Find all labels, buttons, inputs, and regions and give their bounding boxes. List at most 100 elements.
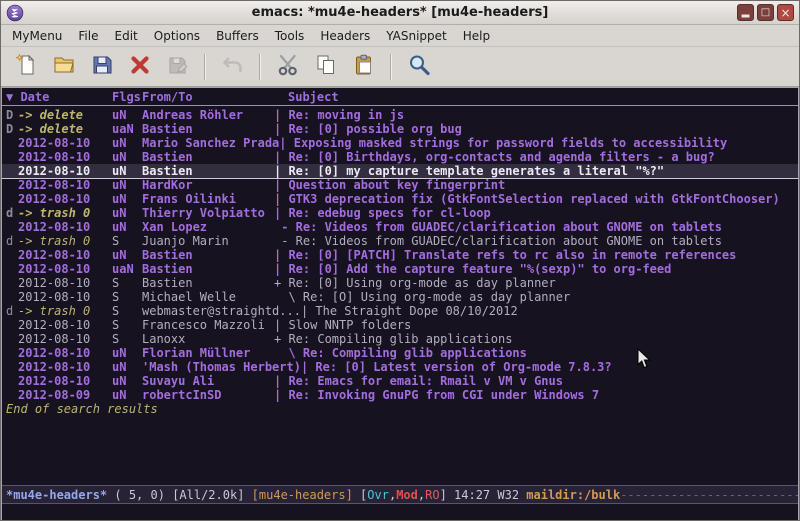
- message-row[interactable]: 2012-08-10uNHardKor| Question about key …: [2, 178, 798, 192]
- message-row[interactable]: 2012-08-09uNrobertcInSD| Re: Invoking Gn…: [2, 388, 798, 402]
- message-subject: | Re: edebug specs for cl-loop: [274, 206, 798, 220]
- message-from: Juanjo Marin: [142, 234, 274, 248]
- message-row[interactable]: 2012-08-10uNXan Lopez - Re: Videos from …: [2, 220, 798, 234]
- message-subject: | Re: moving in js: [274, 108, 798, 122]
- message-row[interactable]: 2012-08-10SLanoxx+ Re: Compiling glib ap…: [2, 332, 798, 346]
- message-flags: S: [112, 332, 142, 346]
- mode-line-segment: ,: [418, 488, 425, 502]
- menu-item-help[interactable]: Help: [455, 27, 498, 45]
- message-prefix: [6, 290, 18, 304]
- message-prefix: [6, 332, 18, 346]
- message-from: robertcInSD: [142, 388, 274, 402]
- message-from: Lanoxx: [142, 332, 274, 346]
- emacs-window: emacs: *mu4e-headers* [mu4e-headers] ▂ □…: [0, 0, 800, 521]
- mode-line-segment: ]: [440, 488, 454, 502]
- message-row[interactable]: d-> trash 0SJuanjo Marin - Re: Videos fr…: [2, 234, 798, 248]
- message-prefix: d: [6, 206, 18, 220]
- mode-line-segment: maildir:/bulk: [526, 488, 620, 502]
- message-date: 2012-08-10: [18, 262, 112, 276]
- message-row[interactable]: 2012-08-10SFrancesco Mazzoli| Slow NNTP …: [2, 318, 798, 332]
- message-row[interactable]: D-> deleteuaNBastien| Re: [0] possible o…: [2, 122, 798, 136]
- mode-line-segment: [mu4e-headers]: [252, 488, 360, 502]
- message-row[interactable]: 2012-08-10uN'Mash (Thomas Herbert)| Re: …: [2, 360, 798, 374]
- message-subject: \ Re: [O] Using org-mode as day planner: [274, 290, 798, 304]
- toolbar-button-paste[interactable]: [347, 50, 380, 83]
- menu-item-edit[interactable]: Edit: [107, 27, 146, 45]
- message-subject: | Re: [0] possible org bug: [274, 122, 798, 136]
- toolbar-separator: [259, 54, 261, 80]
- message-subject: | The Straight Dope 08/10/2012: [301, 304, 798, 318]
- toolbar-button-new-file[interactable]: [9, 50, 42, 83]
- message-subject: | Re: Emacs for email: Rmail v VM v Gnus: [274, 374, 798, 388]
- message-row[interactable]: d-> trash 0Swebmaster@straightd...| The …: [2, 304, 798, 318]
- message-prefix: [6, 374, 18, 388]
- mode-line-segment: RO: [425, 488, 439, 502]
- menu-item-buffers[interactable]: Buffers: [208, 27, 267, 45]
- message-date: -> delete: [18, 122, 112, 136]
- menu-item-tools[interactable]: Tools: [267, 27, 313, 45]
- mode-line-segment: 14:27 W32: [454, 488, 526, 502]
- column-date[interactable]: ▼ Date: [6, 90, 112, 104]
- message-date: 2012-08-10: [18, 150, 112, 164]
- copy-icon: [314, 53, 338, 81]
- message-prefix: [6, 360, 18, 374]
- menu-item-headers[interactable]: Headers: [312, 27, 378, 45]
- message-row[interactable]: 2012-08-10uNBastien| Re: [0] Birthdays, …: [2, 150, 798, 164]
- toolbar-button-open-folder[interactable]: [47, 50, 80, 83]
- toolbar-button-cut[interactable]: [271, 50, 304, 83]
- echo-area[interactable]: [2, 504, 798, 520]
- message-row[interactable]: 2012-08-10uNSuvayu Ali| Re: Emacs for em…: [2, 374, 798, 388]
- mode-line-segment: ,: [389, 488, 396, 502]
- message-row[interactable]: 2012-08-10uaNBastien| Re: [0] Add the ca…: [2, 262, 798, 276]
- menu-item-yasnippet[interactable]: YASnippet: [378, 27, 455, 45]
- message-prefix: D: [6, 122, 18, 136]
- mode-line[interactable]: *mu4e-headers* ( 5, 0) [All/2.0k] [mu4e-…: [2, 485, 798, 504]
- message-prefix: [6, 248, 18, 262]
- message-row[interactable]: 2012-08-10SBastien+ Re: [0] Using org-mo…: [2, 276, 798, 290]
- menu-item-options[interactable]: Options: [146, 27, 208, 45]
- close-x-icon: [128, 53, 152, 81]
- menu-item-file[interactable]: File: [70, 27, 106, 45]
- column-from[interactable]: From/To: [142, 90, 274, 104]
- toolbar-button-kill-buffer[interactable]: [123, 50, 156, 83]
- message-row[interactable]: D-> deleteuNAndreas Röhler| Re: moving i…: [2, 108, 798, 122]
- message-row[interactable]: 2012-08-10uNFlorian Müllner \ Re: Compil…: [2, 346, 798, 360]
- column-flags[interactable]: Flgs: [112, 90, 142, 104]
- mode-line-segment: *mu4e-headers*: [6, 488, 107, 502]
- message-row[interactable]: 2012-08-10uNBastien| Re: [0] [PATCH] Tra…: [2, 248, 798, 262]
- message-date: 2012-08-10: [18, 332, 112, 346]
- message-prefix: d: [6, 304, 18, 318]
- message-from: Bastien: [142, 262, 274, 276]
- titlebar[interactable]: emacs: *mu4e-headers* [mu4e-headers] ▂ □…: [1, 1, 799, 25]
- message-subject: | GTK3 deprecation fix (GtkFontSelection…: [274, 192, 798, 206]
- toolbar-button-search[interactable]: [402, 50, 435, 83]
- message-date: 2012-08-10: [18, 248, 112, 262]
- message-date: 2012-08-10: [18, 290, 112, 304]
- message-from: Bastien: [142, 150, 274, 164]
- toolbar-button-save[interactable]: [85, 50, 118, 83]
- headers-column-header: ▼ Date Flgs From/To Subject: [2, 88, 798, 106]
- message-row[interactable]: 2012-08-10uNBastien| Re: [0] my capture …: [2, 164, 798, 178]
- maximize-button[interactable]: □: [757, 4, 774, 21]
- message-prefix: [6, 178, 18, 192]
- message-row[interactable]: d-> trash 0uNThierry Volpiatto| Re: edeb…: [2, 206, 798, 220]
- message-from: Bastien: [142, 248, 274, 262]
- minimize-button[interactable]: ▂: [737, 4, 754, 21]
- message-date: -> trash 0: [18, 206, 112, 220]
- message-prefix: [6, 318, 18, 332]
- message-row[interactable]: 2012-08-10SMichael Welle \ Re: [O] Using…: [2, 290, 798, 304]
- message-flags: uN: [112, 178, 142, 192]
- column-subject[interactable]: Subject: [274, 90, 339, 104]
- end-of-results-text: End of search results: [2, 402, 798, 416]
- toolbar-button-copy[interactable]: [309, 50, 342, 83]
- message-prefix: d: [6, 234, 18, 248]
- message-row[interactable]: 2012-08-10uNMario Sanchez Prada| Exposin…: [2, 136, 798, 150]
- menu-item-mymenu[interactable]: MyMenu: [4, 27, 70, 45]
- message-row[interactable]: 2012-08-10uNFrans Oilinki| GTK3 deprecat…: [2, 192, 798, 206]
- message-date: -> trash 0: [18, 304, 112, 318]
- mode-line-segment: Mod: [396, 488, 418, 502]
- message-subject: | Re: [0] my capture template generates …: [274, 164, 798, 178]
- message-from: Florian Müllner: [142, 346, 274, 360]
- close-button[interactable]: ×: [777, 4, 794, 21]
- message-date: 2012-08-10: [18, 276, 112, 290]
